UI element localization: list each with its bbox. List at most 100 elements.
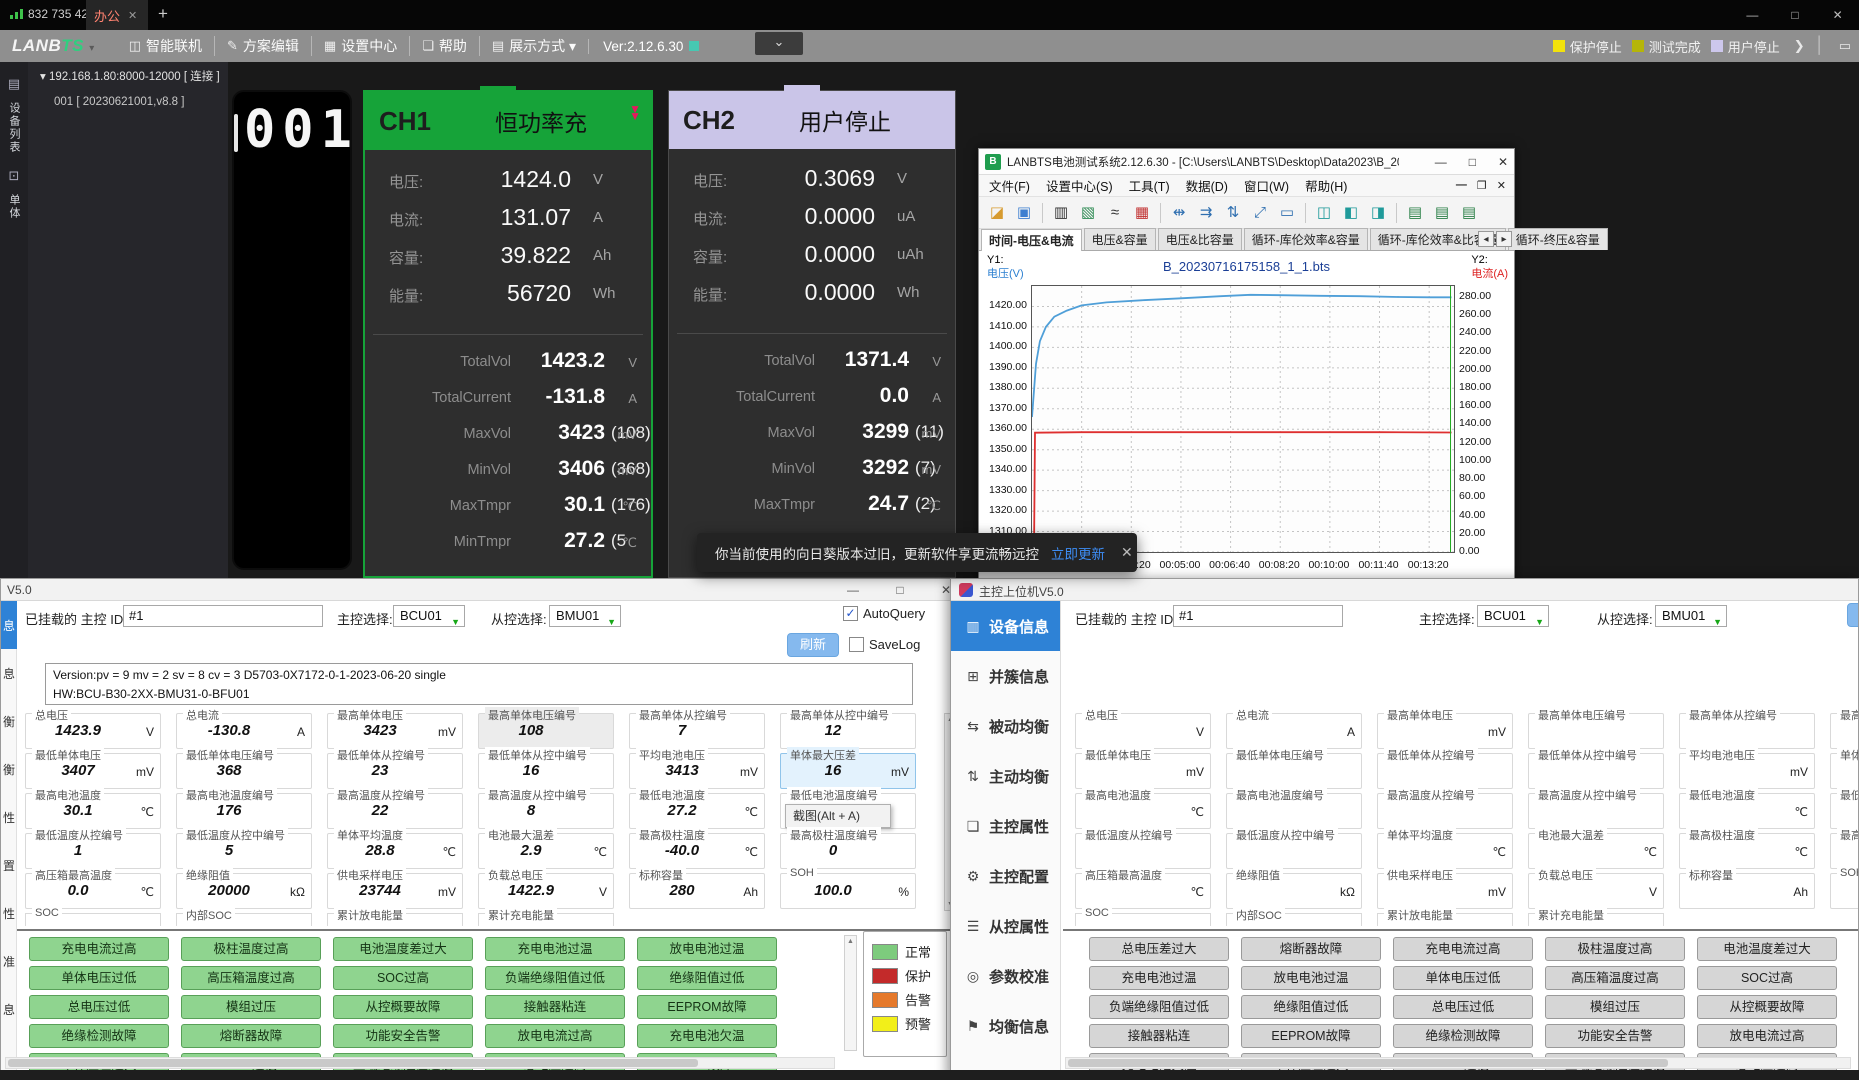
chart-tab-0[interactable]: 时间-电压&电流	[981, 229, 1082, 251]
toolbar-item-帮助[interactable]: ❏帮助	[409, 36, 479, 56]
toolbar-item-智能联机[interactable]: ◫智能联机	[117, 36, 214, 56]
cell-vertical-label[interactable]: 单体	[6, 194, 22, 220]
alarm-button[interactable]: 接触器粘连	[1089, 1024, 1229, 1048]
alarm-button[interactable]: 充电电池过温	[485, 937, 625, 961]
alarm-button[interactable]: 模组过压	[181, 995, 321, 1019]
bms-left-minimize-icon[interactable]: —	[847, 579, 859, 601]
zoom-in-icon[interactable]: ⇉	[1194, 201, 1218, 225]
device-panel-icon[interactable]: ▤	[0, 76, 28, 92]
alarm-button[interactable]: 功能安全告警	[1545, 1024, 1685, 1048]
tab-scroll-right-icon[interactable]: ▸	[1496, 231, 1512, 247]
alarm-button[interactable]: 高压箱温度过高	[1545, 966, 1685, 990]
lock-icon[interactable]: ⊡	[0, 168, 28, 184]
autoquery-checkbox[interactable]: ✓AutoQuery	[843, 606, 925, 621]
table-view-3-icon[interactable]: ▤	[1457, 201, 1481, 225]
sidebar-item-clipped[interactable]: 息	[1, 985, 17, 1033]
horizontal-scrollbar[interactable]	[1065, 1057, 1851, 1069]
alarm-button[interactable]: 放电电流过高	[485, 1024, 625, 1048]
chart-maximize-icon[interactable]: □	[1469, 149, 1476, 175]
alarm-button[interactable]: 单体电压过低	[1393, 966, 1533, 990]
alarm-button[interactable]: 充电电池过温	[1089, 966, 1229, 990]
alarm-button[interactable]: 总电压过低	[1393, 995, 1533, 1019]
alarm-scrollbar[interactable]: ▲	[844, 935, 857, 1051]
menu-帮助(H)[interactable]: 帮助(H)	[1305, 176, 1347, 195]
plot-region[interactable]	[1031, 285, 1455, 553]
mounted-id-input[interactable]: #1	[1173, 605, 1343, 627]
alarm-button[interactable]: 从控概要故障	[333, 995, 473, 1019]
alarm-button[interactable]: 绝缘检测故障	[29, 1024, 169, 1048]
scrollbar-thumb[interactable]	[1068, 1059, 1668, 1067]
sidebar-item-clipped[interactable]: 息	[1, 649, 17, 697]
mdi-restore-icon[interactable]: ❐	[1477, 179, 1487, 192]
split-left-icon[interactable]: ◧	[1339, 201, 1363, 225]
device-list-vertical-label[interactable]: 设备列表	[6, 102, 22, 154]
sidebar-item-从控属性[interactable]: ☰从控属性	[951, 901, 1060, 951]
alarm-button[interactable]: 绝缘阻值过低	[637, 966, 777, 990]
scroll-up-icon[interactable]: ▲	[845, 938, 856, 945]
alarm-button[interactable]: 功能安全告警	[333, 1024, 473, 1048]
sidebar-item-clipped[interactable]: 性	[1, 793, 17, 841]
horizontal-scrollbar[interactable]	[5, 1057, 835, 1069]
toolbar-item-设置中心[interactable]: ▦设置中心	[311, 36, 409, 56]
alarm-button[interactable]: 绝缘阻值过低	[1241, 995, 1381, 1019]
alarm-button[interactable]: 放电电池过温	[637, 937, 777, 961]
alarm-button[interactable]: 从控概要故障	[1697, 995, 1837, 1019]
alarm-button[interactable]: 高压箱温度过高	[181, 966, 321, 990]
channel-header[interactable]: CH2用户停止	[669, 91, 955, 149]
minimize-icon[interactable]: —	[1731, 0, 1774, 30]
export-device-icon[interactable]: ▥	[1049, 201, 1073, 225]
chart-close-icon[interactable]: ✕	[1498, 149, 1508, 175]
maximize-icon[interactable]: □	[1774, 0, 1817, 30]
curve-icon[interactable]: ≈	[1103, 201, 1127, 225]
alarm-button[interactable]: 电池温度差过大	[1697, 937, 1837, 961]
alarm-button[interactable]: 负端绝缘阻值过低	[1089, 995, 1229, 1019]
sidebar-item-clipped[interactable]: 准	[1, 937, 17, 985]
alarm-button[interactable]: 绝缘检测故障	[1393, 1024, 1533, 1048]
open-file-icon[interactable]: ◪	[985, 201, 1009, 225]
split-right-icon[interactable]: ◨	[1366, 201, 1390, 225]
slave-select-dropdown[interactable]: BMU01▼	[1655, 605, 1727, 627]
sidebar-item-clipped[interactable]: 息	[1, 601, 17, 649]
alarm-button[interactable]: 负端绝缘阻值过低	[485, 966, 625, 990]
slave-select-dropdown[interactable]: BMU01▼	[549, 605, 621, 627]
master-select-dropdown[interactable]: BCU01▼	[1477, 605, 1549, 627]
chart-window-titlebar[interactable]: B LANBTS电池测试系统2.12.6.30 - [C:\Users\LANB…	[979, 149, 1514, 175]
bms-left-maximize-icon[interactable]: □	[896, 579, 903, 601]
close-icon[interactable]: ✕	[1816, 0, 1859, 30]
alarm-button[interactable]: 总电压差过大	[1089, 937, 1229, 961]
alarm-button[interactable]: EEPROM故障	[637, 995, 777, 1019]
sidebar-item-主控配置[interactable]: ⚙主控配置	[951, 851, 1060, 901]
master-select-dropdown[interactable]: BCU01▼	[393, 605, 465, 627]
sidebar-item-被动均衡[interactable]: ⇆被动均衡	[951, 701, 1060, 751]
bms-left-titlebar[interactable]: V5.0 — □ ✕	[1, 579, 961, 601]
sidebar-item-主动均衡[interactable]: ⇅主动均衡	[951, 751, 1060, 801]
alarm-button[interactable]: 熔断器故障	[181, 1024, 321, 1048]
zoom-box-icon[interactable]: ▭	[1275, 201, 1299, 225]
zoom-fit-icon[interactable]: ⤢	[1248, 201, 1272, 225]
alarm-button[interactable]: 充电电池欠温	[637, 1024, 777, 1048]
sidebar-item-主控属性[interactable]: ❏主控属性	[951, 801, 1060, 851]
alarm-button[interactable]: 充电电流过高	[1393, 937, 1533, 961]
tree-item[interactable]: ▾ 192.168.1.80:8000-12000 [ 连接 ]	[28, 62, 228, 90]
zoom-x-icon[interactable]: ⇹	[1167, 201, 1191, 225]
toolbar-minimize-icon[interactable]: ▭	[1839, 38, 1851, 54]
alarm-button[interactable]: 接触器粘连	[485, 995, 625, 1019]
save-icon[interactable]: ▣	[1012, 201, 1036, 225]
chart-tab-5[interactable]: 循环-终压&容量	[1508, 228, 1608, 250]
alarm-button[interactable]: 模组过压	[1545, 995, 1685, 1019]
mdi-close-icon[interactable]: ✕	[1497, 179, 1506, 192]
sidebar-item-clipped[interactable]: 衡	[1, 697, 17, 745]
mdi-min-icon[interactable]: —	[1456, 179, 1467, 192]
sidebar-item-均衡信息[interactable]: ⚑均衡信息	[951, 1001, 1060, 1051]
menu-数据(D)[interactable]: 数据(D)	[1186, 176, 1228, 195]
update-now-link[interactable]: 立即更新	[1051, 543, 1105, 563]
alarm-button[interactable]: 熔断器故障	[1241, 937, 1381, 961]
sidebar-item-clipped[interactable]: 衡	[1, 745, 17, 793]
alarm-button[interactable]: 充电电流过高	[29, 937, 169, 961]
chart-tab-3[interactable]: 循环-库伦效率&容量	[1244, 228, 1368, 250]
sidebar-item-参数校准[interactable]: ◎参数校准	[951, 951, 1060, 1001]
menu-文件(F)[interactable]: 文件(F)	[989, 176, 1030, 195]
table-view-1-icon[interactable]: ▤	[1403, 201, 1427, 225]
menu-设置中心(S)[interactable]: 设置中心(S)	[1046, 176, 1113, 195]
alarm-button[interactable]: SOC过高	[333, 966, 473, 990]
